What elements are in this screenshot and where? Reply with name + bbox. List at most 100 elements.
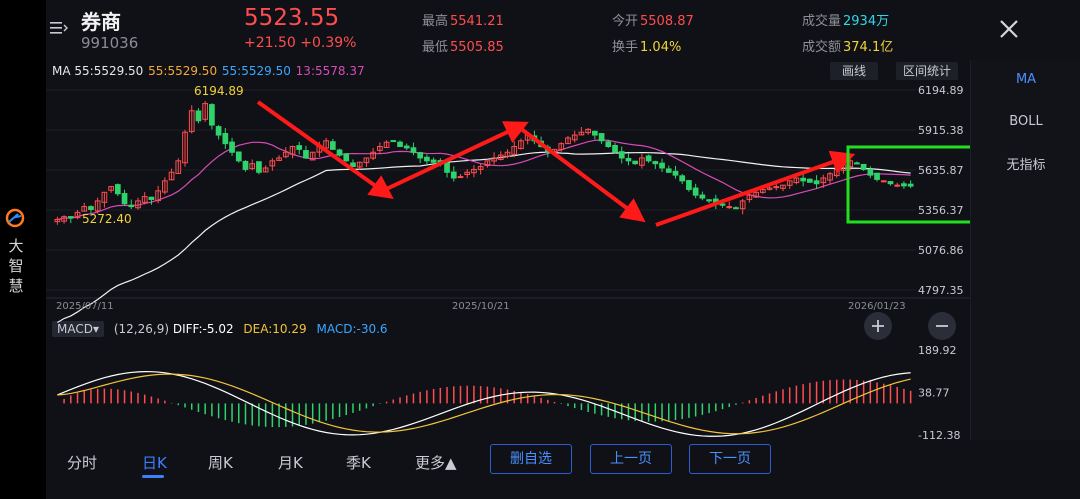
candle-body <box>430 159 437 163</box>
candle-body <box>887 181 894 185</box>
ma-value-2: 55:5529.50 <box>221 64 291 78</box>
low-label: 最低 <box>422 40 449 55</box>
candle-body <box>612 145 618 153</box>
candle-body <box>645 155 652 162</box>
tab-quarter-k[interactable]: 季K <box>346 452 371 473</box>
open-value: 5508.87 <box>640 14 694 29</box>
brand-char: 慧 <box>8 277 24 295</box>
candle-body <box>679 175 686 182</box>
candle-body <box>665 168 672 173</box>
prev-page-button[interactable]: 上一页 <box>590 444 672 474</box>
tab-week-k[interactable]: 周K <box>208 452 233 473</box>
price-tick-label: 5635.87 <box>918 164 964 177</box>
draw-line-button[interactable]: 画线 <box>830 62 878 80</box>
indicator-ma[interactable]: MA <box>971 72 1080 87</box>
brand-logo-icon[interactable] <box>5 208 25 228</box>
candle-body <box>706 199 712 202</box>
candle-body <box>336 149 343 156</box>
candle-body <box>195 110 202 122</box>
turnover-value: 1.04% <box>640 40 682 55</box>
indicator-none[interactable]: 无指标 <box>971 154 1080 173</box>
candle-body <box>88 206 94 210</box>
low-annotation: 5272.40 <box>82 212 132 226</box>
next-page-button[interactable]: 下一页 <box>689 444 771 474</box>
high-label: 最高 <box>422 14 449 29</box>
candle-body <box>114 184 121 195</box>
tab-day-k[interactable]: 日K <box>142 452 167 473</box>
candle-body <box>874 172 880 180</box>
candle-body <box>860 163 867 170</box>
price-tick-label: 5076.86 <box>918 244 964 257</box>
trend-arrow <box>655 150 856 227</box>
date-tick-label: 2025/07/11 <box>56 301 114 312</box>
date-tick-label: 2025/10/21 <box>452 301 510 312</box>
candle-body <box>625 157 632 162</box>
close-icon[interactable] <box>998 18 1020 40</box>
high-stat: 最高 5541.21 <box>422 10 504 29</box>
remove-favorite-button[interactable]: 删自选 <box>490 444 572 474</box>
macd-axis: 189.92 38.77 -112.38 <box>918 344 960 440</box>
ma-label: MA 55:5529.50 <box>52 64 144 78</box>
indicator-panel: MA BOLL 无指标 <box>970 60 1080 440</box>
candle-body <box>128 204 135 208</box>
date-tick-label: 2026/01/23 <box>848 301 906 312</box>
volume-stat: 成交量 2934万 <box>802 10 889 29</box>
candlesticks <box>54 100 914 225</box>
active-tab-indicator <box>142 475 164 478</box>
price-tick-label: 6194.89 <box>918 84 964 97</box>
candle-body <box>632 160 639 165</box>
candle-body <box>605 141 612 148</box>
tab-month-k[interactable]: 月K <box>278 452 303 473</box>
stock-code: 991036 <box>81 34 139 52</box>
candle-body <box>410 147 417 153</box>
price-tick-label: 4797.35 <box>918 284 964 297</box>
high-annotation: 6194.89 <box>194 84 244 98</box>
volume-value: 2934万 <box>843 14 890 29</box>
candle-body <box>450 171 457 179</box>
interval-stats-button[interactable]: 区间统计 <box>896 62 958 80</box>
candle-body <box>256 161 262 173</box>
open-stat: 今开 5508.87 <box>612 10 694 29</box>
indicator-boll[interactable]: BOLL <box>971 114 1080 129</box>
candle-body <box>854 162 860 165</box>
candle-body <box>807 178 813 183</box>
candle-body <box>692 187 699 196</box>
candle-body <box>303 150 309 159</box>
ma-line-white <box>57 151 911 324</box>
open-label: 今开 <box>612 14 639 29</box>
chart-grid <box>46 89 970 299</box>
candle-body <box>215 126 222 136</box>
price-change: +21.50 +0.39% <box>244 35 356 51</box>
candle-body <box>699 194 706 199</box>
candle-body <box>880 180 887 183</box>
change-percent: +0.39% <box>300 35 357 51</box>
tab-more[interactable]: 更多▲ <box>415 452 457 473</box>
candle-body <box>397 141 403 148</box>
candle-body <box>417 152 424 159</box>
stock-title: 券商 <box>81 10 121 34</box>
candle-body <box>672 170 679 176</box>
tab-minute[interactable]: 分时 <box>67 452 97 473</box>
candle-body <box>719 203 726 206</box>
brand-char: 大 <box>8 237 24 255</box>
price-axis: 6194.89 5915.38 5635.87 5356.37 5076.86 4797.… <box>918 84 964 297</box>
candle-body <box>592 130 598 136</box>
candle-body <box>424 156 430 162</box>
macd-tick-label: -112.38 <box>918 429 960 440</box>
candle-body <box>403 145 410 149</box>
candle-body <box>867 168 874 176</box>
brand-name: 大 智 慧 <box>6 236 26 296</box>
kline-chart[interactable]: 6194.89 5915.38 5635.87 5356.37 5076.86 4797.… <box>46 80 970 440</box>
candle-body <box>901 183 907 187</box>
candle-body <box>813 180 820 185</box>
ma-legend: MA 55:5529.50 55:5529.50 55:5529.50 13:5… <box>52 64 366 78</box>
candle-body <box>457 176 464 179</box>
price-tick-label: 5915.38 <box>918 124 964 137</box>
candle-body <box>444 162 450 173</box>
quote-header: 券商 991036 5523.55 +21.50 +0.39% 最高 5541.2… <box>46 0 1080 60</box>
date-axis: 2025/07/11 2025/10/21 2026/01/23 <box>56 301 906 312</box>
turnover-label: 换手 <box>612 40 639 55</box>
menu-icon[interactable] <box>50 20 68 36</box>
low-stat: 最低 5505.85 <box>422 36 504 55</box>
turnover-stat: 换手 1.04% <box>612 36 681 55</box>
